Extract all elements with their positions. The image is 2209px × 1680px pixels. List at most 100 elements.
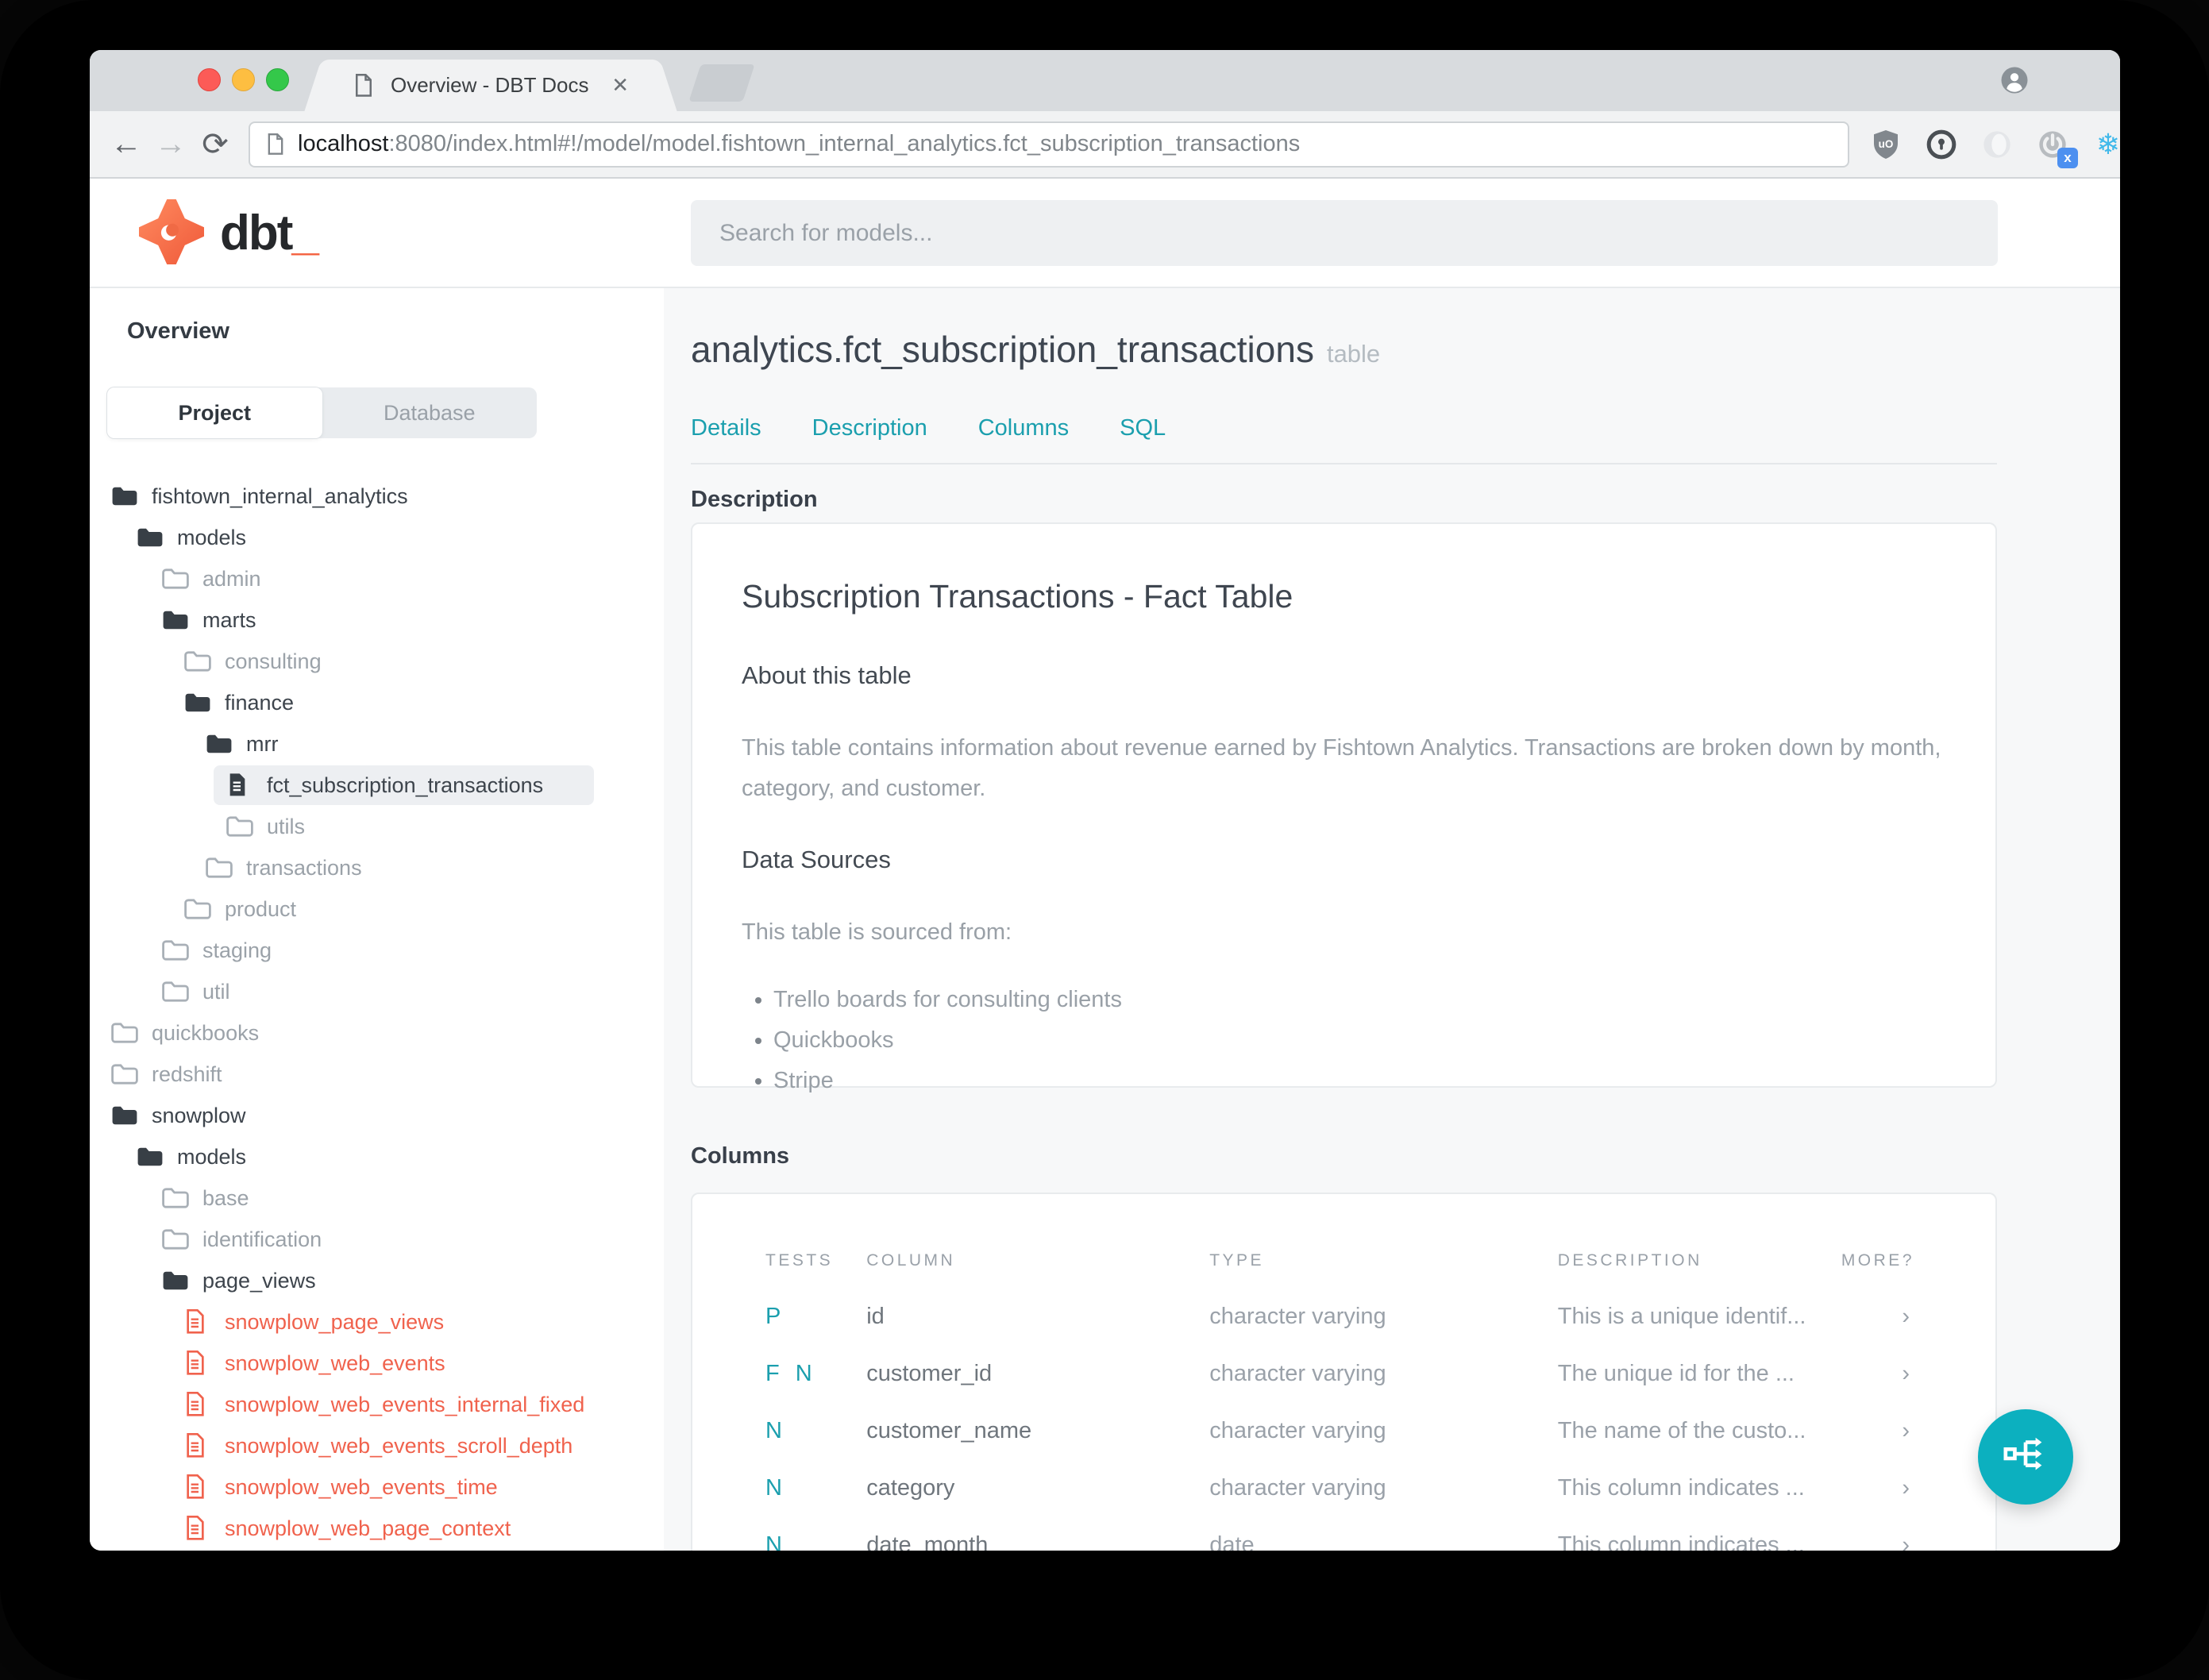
snowflake-extension-icon[interactable]: ❄ [2092, 128, 2120, 160]
tree-item-models[interactable]: models [90, 517, 664, 558]
chevron-right-icon[interactable]: › [1841, 1345, 1922, 1402]
folder-closed-icon [226, 815, 253, 838]
col-header-description: DESCRIPTION [1557, 1251, 1702, 1270]
tree-item-product[interactable]: product [90, 888, 664, 930]
tree-item-snowplow-web-page-context[interactable]: snowplow_web_page_context [90, 1508, 664, 1549]
search-input[interactable] [691, 200, 1998, 266]
model-file-red-icon [184, 1474, 211, 1500]
tree-item-identification[interactable]: identification [90, 1219, 664, 1260]
folder-open-icon [162, 1270, 189, 1292]
tree-item-page-views[interactable]: page_views [90, 1260, 664, 1301]
sidebar: Overview Project Database fishtown_inter… [90, 288, 664, 1551]
opera-ring-icon[interactable] [1981, 129, 2013, 160]
folder-open-icon [111, 1104, 138, 1127]
model-file-red-icon [184, 1392, 211, 1417]
description-card: Subscription Transactions - Fact Table A… [691, 522, 1997, 1093]
tree-item-util[interactable]: util [90, 971, 664, 1012]
column-type: character varying [1209, 1474, 1386, 1501]
dbt-logo[interactable]: dbt _ [139, 199, 319, 268]
url-path: :8080/index.html#!/model/model.fishtown_… [388, 131, 1301, 156]
chevron-right-icon[interactable]: › [1841, 1402, 1922, 1459]
about-text: This table contains information about re… [742, 735, 1941, 801]
tree-item-utils[interactable]: utils [90, 806, 664, 847]
minimize-window-button[interactable] [232, 68, 255, 91]
table-row[interactable]: N date_month date This column indicates … [765, 1516, 1922, 1551]
browser-toolbar: ← → ⟳ localhost:8080/index.html#!/model/… [90, 111, 2120, 179]
column-type: character varying [1209, 1360, 1386, 1386]
chevron-right-icon[interactable]: › [1841, 1288, 1922, 1345]
list-item: Trello boards for consulting clients [773, 987, 1946, 1013]
folder-open-icon [137, 526, 164, 549]
tree-item-base[interactable]: base [90, 1177, 664, 1219]
tree-item-mrr[interactable]: mrr [90, 723, 664, 765]
table-row[interactable]: N category character varying This column… [765, 1459, 1922, 1516]
tab-database[interactable]: Database [322, 387, 538, 438]
main-content: analytics.fct_subscription_transactions t… [664, 288, 2120, 1551]
tree-item-staging[interactable]: staging [90, 930, 664, 971]
nav-link-sql[interactable]: SQL [1120, 415, 1166, 441]
tree-item-snowplow-models[interactable]: models [90, 1136, 664, 1177]
folder-closed-icon [111, 1063, 138, 1085]
reload-button[interactable]: ⟳ [193, 126, 237, 163]
tree-item-finance[interactable]: finance [90, 682, 664, 723]
svg-text:uO: uO [1879, 137, 1894, 149]
sources-intro: This table is sourced from: [742, 919, 1012, 945]
tree-item-marts[interactable]: marts [90, 599, 664, 641]
tab-project[interactable]: Project [107, 387, 322, 438]
tree-item-transactions[interactable]: transactions [90, 847, 664, 888]
tree-item-snowplow-web-events[interactable]: snowplow_web_events [90, 1343, 664, 1384]
close-window-button[interactable] [198, 68, 221, 91]
sidebar-heading: Overview [127, 318, 229, 344]
table-row[interactable]: F N customer_id character varying The un… [765, 1345, 1922, 1402]
back-button[interactable]: ← [104, 126, 148, 162]
tree-item-snowplow-page-views[interactable]: snowplow_page_views [90, 1301, 664, 1343]
tree-item-admin[interactable]: admin [90, 558, 664, 599]
col-header-more: MORE? [1841, 1251, 1914, 1270]
column-name: id [866, 1303, 885, 1329]
tree-item-fct-subscription-transactions[interactable]: fct_subscription_transactions [90, 765, 664, 806]
card-title: Subscription Transactions - Fact Table [742, 578, 1293, 615]
chevron-right-icon[interactable]: › [1841, 1459, 1922, 1516]
nav-link-columns[interactable]: Columns [978, 415, 1069, 441]
forward-button[interactable]: → [148, 126, 193, 162]
tree-item-redshift[interactable]: redshift [90, 1054, 664, 1095]
tree-item-snowplow-web-events-scroll-depth[interactable]: snowplow_web_events_scroll_depth [90, 1425, 664, 1466]
new-tab-button[interactable] [688, 64, 755, 102]
nav-link-description[interactable]: Description [812, 415, 927, 441]
table-row[interactable]: P id character varying This is a unique … [765, 1288, 1922, 1345]
dbt-logo-text: dbt [220, 206, 293, 260]
nav-link-details[interactable]: Details [691, 415, 761, 441]
column-description: The name of the custo... [1557, 1417, 1806, 1443]
tree-item-snowplow-web-events-time[interactable]: snowplow_web_events_time [90, 1466, 664, 1508]
power-extension-icon[interactable]: x [2037, 129, 2078, 168]
column-type: date [1209, 1532, 1255, 1551]
profile-avatar-icon[interactable] [2000, 66, 2029, 94]
column-name: category [866, 1474, 955, 1501]
browser-tab[interactable]: Overview - DBT Docs ✕ [332, 60, 650, 111]
column-description: This is a unique identif... [1557, 1303, 1806, 1329]
tree-item-quickbooks[interactable]: quickbooks [90, 1012, 664, 1054]
zoom-window-button[interactable] [266, 68, 289, 91]
sidebar-view-switch: Project Database [107, 387, 537, 438]
model-file-red-icon [184, 1309, 211, 1335]
onepassword-keyhole-icon[interactable] [1926, 129, 1957, 160]
folder-open-icon [184, 692, 211, 714]
list-item: Quickbooks [773, 1027, 1946, 1054]
tree-item-fishtown-internal-analytics[interactable]: fishtown_internal_analytics [90, 476, 664, 517]
tab-close-icon[interactable]: ✕ [611, 73, 629, 98]
lineage-graph-button[interactable] [1978, 1409, 2073, 1505]
tree-item-snowplow-web-events-internal-fixed[interactable]: snowplow_web_events_internal_fixed [90, 1384, 664, 1425]
folder-closed-icon [162, 1228, 189, 1250]
chevron-right-icon[interactable]: › [1841, 1516, 1922, 1551]
tree-item-snowplow[interactable]: snowplow [90, 1095, 664, 1136]
column-description: The unique id for the ... [1557, 1360, 1795, 1386]
tree-item-consulting[interactable]: consulting [90, 641, 664, 682]
model-name: analytics.fct_subscription_transactions [691, 329, 1314, 370]
col-header-tests: TESTS [765, 1251, 834, 1270]
table-row[interactable]: N customer_name character varying The na… [765, 1402, 1922, 1459]
column-type: character varying [1209, 1417, 1386, 1443]
page-doc-icon [266, 133, 285, 156]
ublock-shield-icon[interactable]: uO [1870, 129, 1902, 160]
folder-open-icon [206, 733, 233, 755]
url-bar[interactable]: localhost:8080/index.html#!/model/model.… [249, 121, 1849, 168]
